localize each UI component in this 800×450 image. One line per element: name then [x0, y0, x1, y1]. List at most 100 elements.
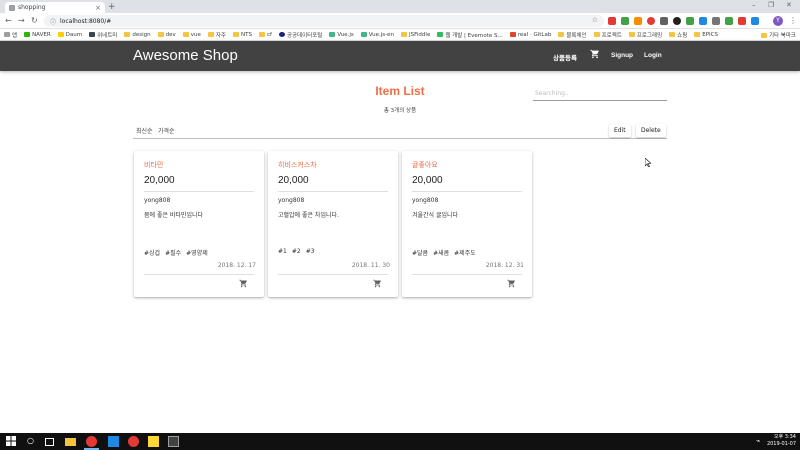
browser-tabbar: shopping × + – ❐ ✕	[0, 0, 800, 13]
bookmark-item[interactable]: 위네트미	[89, 31, 117, 39]
other-bookmarks[interactable]: 기타 북마크	[760, 31, 796, 39]
bookmark-folder[interactable]: cf	[258, 32, 272, 38]
bookmark-folder[interactable]: JSFiddle	[401, 32, 430, 38]
extension-icon[interactable]	[634, 17, 642, 25]
page-favicon-icon	[9, 4, 15, 11]
item-tag[interactable]: #3	[306, 248, 315, 255]
item-card[interactable]: 귤좋아요 20,000 yong808 겨울간식 귤입니다 #달콤 #새콤 #제주도…	[402, 151, 532, 297]
bookmark-folder[interactable]: 자주	[207, 31, 226, 39]
divider	[144, 191, 254, 192]
bookmark-star-icon[interactable]: ☆	[592, 16, 598, 24]
profile-avatar[interactable]: Y	[773, 16, 783, 26]
extension-icon[interactable]	[712, 17, 720, 25]
item-tag[interactable]: #새콤	[433, 250, 449, 257]
item-count: 총 3개의 상품	[383, 108, 417, 114]
bookmark-folder[interactable]: 프로그래밍	[628, 31, 662, 39]
item-tag[interactable]: #싱겁	[144, 250, 160, 257]
add-to-cart-icon[interactable]	[507, 279, 516, 290]
chrome-icon[interactable]	[86, 436, 97, 447]
bookmark-folder[interactable]: 블록체인	[558, 31, 587, 39]
page-title: Item List	[375, 84, 425, 98]
bookmark-item[interactable]: 공공데이터포털	[278, 31, 322, 39]
extension-icon[interactable]	[608, 17, 616, 25]
item-tag[interactable]: #영양제	[186, 250, 208, 257]
item-card[interactable]: 히비스커스차 20,000 yong808 고혈압에 좋은 차입니다. #1 #2…	[268, 151, 398, 297]
cart-icon[interactable]	[590, 49, 600, 61]
bookmark-folder[interactable]: 프로젝트	[593, 31, 622, 39]
bookmark-folder[interactable]: 쇼핑	[669, 31, 687, 39]
nav-signup-button[interactable]: Signup	[611, 52, 633, 59]
bookmark-item[interactable]: Daum	[57, 32, 82, 38]
brand-title[interactable]: Awesome Shop	[133, 47, 238, 64]
extension-icon[interactable]	[647, 17, 655, 25]
bookmark-item[interactable]: real · GitLab	[509, 32, 551, 38]
bookmark-folder[interactable]: dev	[157, 32, 176, 38]
info-icon[interactable]: ⓘ	[50, 17, 56, 26]
address-bar[interactable]: ⓘ localhost:8080/# ☆	[44, 15, 604, 27]
browser-menu-icon[interactable]: ⋮	[789, 16, 797, 25]
bookmark-folder[interactable]: vue	[182, 32, 201, 38]
reload-icon[interactable]: ↻	[31, 16, 38, 25]
bookmark-item[interactable]: 웹 개발 | Evernote S...	[437, 31, 503, 39]
close-icon[interactable]: ×	[95, 4, 101, 12]
item-tag[interactable]: #달콤	[412, 250, 428, 257]
item-tag[interactable]: #필수	[165, 250, 181, 257]
sort-latest-link[interactable]: 최신순	[136, 126, 153, 135]
new-tab-icon[interactable]: +	[108, 2, 116, 12]
folder-icon	[182, 32, 189, 37]
sticky-notes-icon[interactable]	[148, 436, 159, 447]
nav-register-button[interactable]: 상품등록	[553, 52, 577, 62]
item-card[interactable]: 비타민 20,000 yong808 몸에 좋은 비타민입니다 #싱겁 #필수 #영…	[134, 151, 264, 297]
extension-icon[interactable]	[725, 17, 733, 25]
extension-icon[interactable]	[738, 17, 746, 25]
extension-icon[interactable]	[621, 17, 629, 25]
file-explorer-icon[interactable]	[65, 438, 76, 446]
item-tag[interactable]: #제주도	[454, 250, 476, 257]
search-icon[interactable]: ○	[27, 436, 38, 447]
search-input[interactable]	[533, 87, 667, 101]
add-to-cart-icon[interactable]	[373, 279, 382, 290]
item-tag[interactable]: #1	[278, 248, 287, 255]
windows-start-icon[interactable]	[6, 436, 17, 447]
sort-toolbar: 최신순 가격순 Edit Delete	[133, 122, 667, 139]
nav-login-button[interactable]: Login	[644, 52, 662, 59]
edit-button[interactable]: Edit	[609, 124, 631, 137]
browser-tab[interactable]: shopping ×	[5, 2, 105, 13]
item-title[interactable]: 히비스커스차	[278, 160, 317, 170]
back-icon[interactable]: ←	[5, 16, 12, 25]
bookmark-item[interactable]: Vue.js	[329, 32, 354, 38]
network-icon[interactable]: ⌁	[756, 437, 760, 445]
extension-icon[interactable]	[660, 17, 668, 25]
sort-price-link[interactable]: 가격순	[158, 126, 175, 135]
folder-icon	[593, 32, 600, 37]
item-tags: #달콤 #새콤 #제주도	[412, 248, 481, 257]
task-view-icon[interactable]	[45, 438, 54, 446]
terminal-icon[interactable]	[168, 436, 179, 447]
bookmark-item[interactable]: NAVER	[24, 32, 51, 38]
apps-icon	[4, 32, 10, 37]
bookmark-folder[interactable]: NTS	[233, 32, 252, 38]
maximize-icon[interactable]: ❐	[768, 1, 774, 9]
item-tag[interactable]: #2	[292, 248, 301, 255]
bookmark-item[interactable]: Vue.js-en	[360, 32, 394, 38]
bookmark-folder[interactable]: design	[124, 32, 151, 38]
item-tags: #싱겁 #필수 #영양제	[144, 248, 213, 257]
bookmark-folder[interactable]: EPICS	[694, 32, 718, 38]
divider	[278, 274, 388, 275]
extension-icon[interactable]	[751, 17, 759, 25]
item-title[interactable]: 귤좋아요	[412, 160, 438, 170]
window-close-icon[interactable]: ✕	[786, 1, 792, 9]
extension-icon[interactable]	[686, 17, 694, 25]
bookmark-item[interactable]: 앱	[4, 31, 17, 39]
vscode-icon[interactable]	[108, 436, 119, 447]
gitlab-icon	[509, 32, 516, 37]
opera-icon[interactable]	[128, 436, 139, 447]
item-title[interactable]: 비타민	[144, 160, 163, 170]
extension-icon[interactable]	[673, 17, 681, 25]
extension-icon[interactable]	[699, 17, 707, 25]
system-clock[interactable]: 오후 3:34 2019-01-07	[767, 434, 796, 448]
delete-button[interactable]: Delete	[636, 124, 666, 137]
forward-icon[interactable]: →	[18, 16, 25, 25]
minimize-icon[interactable]: –	[752, 1, 756, 9]
add-to-cart-icon[interactable]	[239, 279, 248, 290]
